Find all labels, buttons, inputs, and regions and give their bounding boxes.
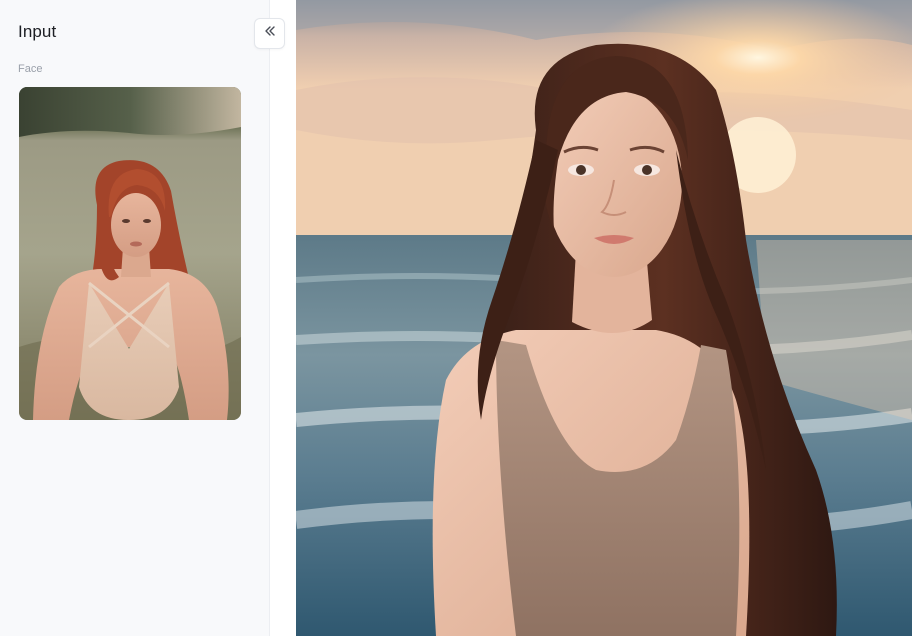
face-section-label: Face	[18, 63, 43, 75]
result-image	[296, 0, 912, 636]
sidebar-title: Input	[18, 22, 57, 41]
app-window: Input Face	[0, 0, 912, 636]
panel-gutter	[270, 0, 296, 636]
double-chevron-left-icon	[263, 24, 277, 43]
face-input-image[interactable]	[19, 87, 241, 420]
input-sidebar: Input Face	[0, 0, 270, 636]
collapse-sidebar-button[interactable]	[254, 18, 285, 49]
